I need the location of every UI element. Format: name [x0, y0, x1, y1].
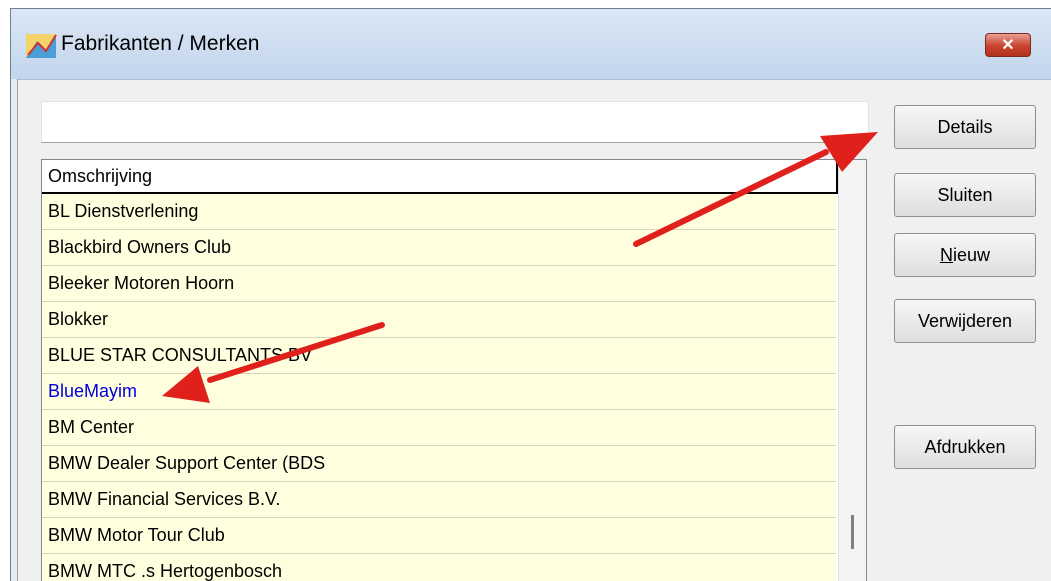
manufacturer-grid[interactable]: Omschrijving BL Dienstverlening Blackbird…: [41, 159, 867, 581]
close-button[interactable]: ✕: [985, 33, 1031, 57]
table-row[interactable]: BM Center: [42, 410, 836, 446]
scrollbar-thumb[interactable]: [851, 515, 854, 549]
details-button[interactable]: Details: [894, 105, 1036, 149]
dialog-window: Fabrikanten / Merken ✕ Omschrijving BL D…: [10, 8, 1051, 581]
app-icon: [26, 34, 57, 58]
table-row[interactable]: Bleeker Motoren Hoorn: [42, 266, 836, 302]
nieuw-accelerator: N: [939, 245, 953, 265]
table-row[interactable]: BMW Financial Services B.V.: [42, 482, 836, 518]
search-input[interactable]: [41, 101, 869, 143]
window-left-border-line: [17, 79, 18, 581]
title-bar[interactable]: Fabrikanten / Merken ✕: [11, 9, 1051, 80]
grid-rows: BL Dienstverlening Blackbird Owners Club B…: [42, 194, 836, 581]
table-row[interactable]: BLUE STAR CONSULTANTS BV: [42, 338, 836, 374]
afdrukken-button[interactable]: Afdrukken: [894, 425, 1036, 469]
verwijderen-button[interactable]: Verwijderen: [894, 299, 1036, 343]
table-row[interactable]: Blackbird Owners Club: [42, 230, 836, 266]
table-row[interactable]: BMW Dealer Support Center (BDS: [42, 446, 836, 482]
window-title: Fabrikanten / Merken: [61, 32, 260, 55]
table-row[interactable]: BMW Motor Tour Club: [42, 518, 836, 554]
nieuw-button[interactable]: Nieuw: [894, 233, 1036, 277]
nieuw-label: ieuw: [952, 245, 991, 265]
table-row[interactable]: Blokker: [42, 302, 836, 338]
sluiten-button[interactable]: Sluiten: [894, 173, 1036, 217]
table-row[interactable]: BL Dienstverlening: [42, 194, 836, 230]
table-row[interactable]: BMW MTC .s Hertogenbosch: [42, 554, 836, 581]
close-icon: ✕: [1001, 37, 1015, 54]
table-row[interactable]: BlueMayim: [42, 374, 836, 410]
column-header-omschrijving[interactable]: Omschrijving: [42, 160, 838, 194]
vertical-scrollbar[interactable]: [838, 160, 866, 581]
